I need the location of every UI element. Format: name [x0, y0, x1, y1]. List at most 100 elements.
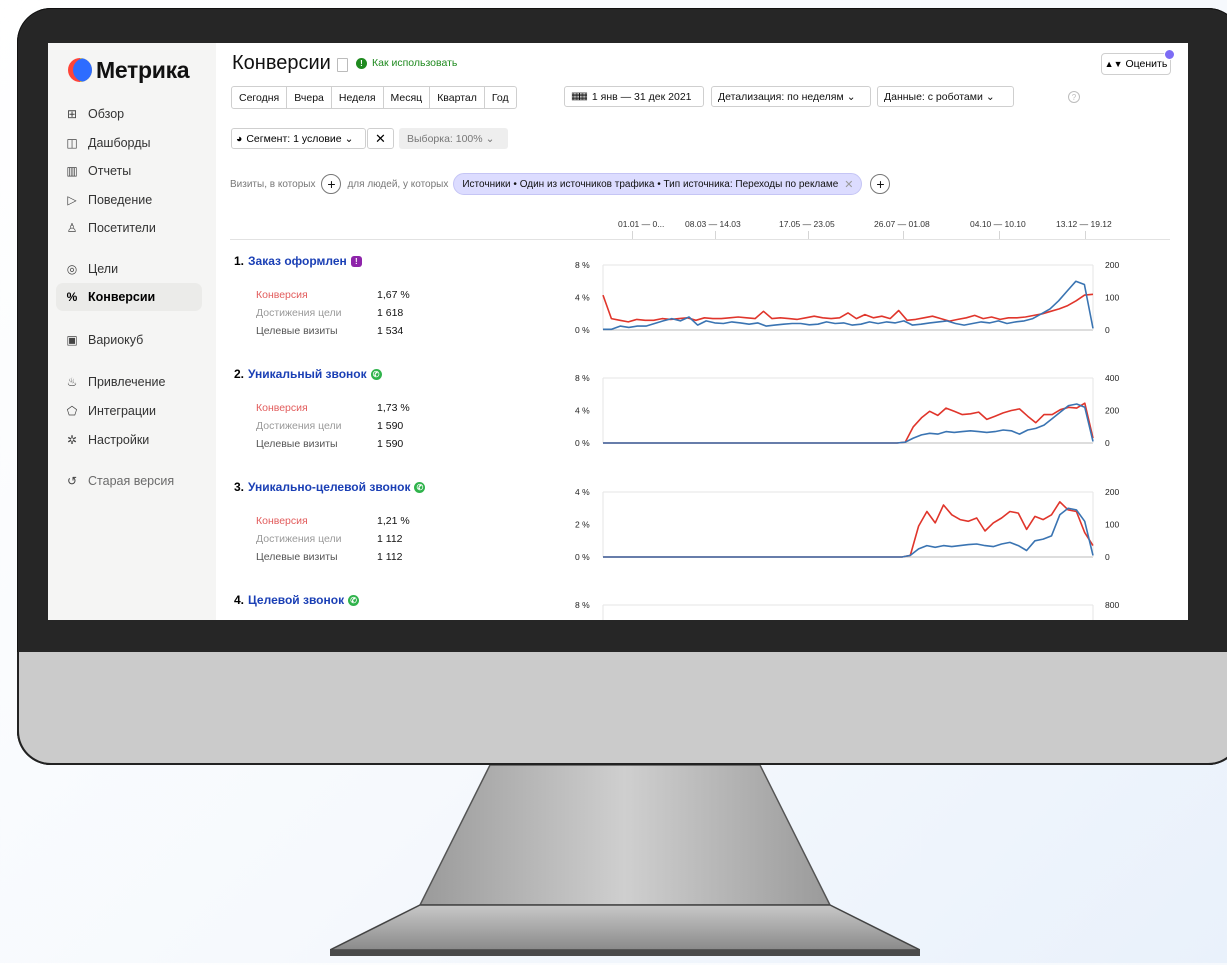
- add-user-condition-button[interactable]: +: [870, 174, 891, 194]
- bar-chart-icon: ▥: [66, 164, 78, 178]
- sidebar-item-label: Старая версия: [88, 474, 175, 488]
- reaches-label: Достижения цели: [256, 420, 342, 432]
- goal-title[interactable]: 2. Уникальный звонок ✆: [234, 367, 382, 381]
- segment-dropdown[interactable]: ◕ Сегмент: 1 условие ⌄: [231, 128, 366, 149]
- data-mode-dropdown[interactable]: Данные: с роботами ⌄: [877, 86, 1014, 107]
- sidebar-item-goals[interactable]: ◎ Цели: [56, 255, 202, 283]
- logo-text: Метрика: [96, 56, 190, 83]
- reaches-value: 1 590: [377, 420, 404, 432]
- y-left-tick-label: 8 %: [575, 373, 590, 383]
- date-range-button[interactable]: ▦▦ 1 янв — 31 дек 2021: [564, 86, 704, 107]
- y-right-tick-label: 800: [1105, 600, 1119, 610]
- conversion-value: 1,73 %: [377, 402, 410, 414]
- close-icon[interactable]: ✕: [844, 178, 853, 191]
- y-right-tick-label: 0: [1105, 552, 1110, 562]
- sidebar-item-label: Привлечение: [88, 375, 166, 389]
- conversion-label: Конверсия: [256, 515, 308, 527]
- period-yesterday[interactable]: Вчера: [287, 87, 332, 108]
- filter-chip[interactable]: Источники • Один из источников трафика •…: [453, 173, 863, 195]
- play-icon: ▷: [67, 193, 77, 207]
- sidebar-item-label: Отчеты: [88, 164, 132, 178]
- period-month[interactable]: Месяц: [384, 87, 431, 108]
- visits-label: Целевые визиты: [256, 551, 338, 563]
- y-right-tick-label: 100: [1105, 293, 1119, 303]
- timeline-label: 04.10 — 10.10: [970, 219, 1026, 229]
- sidebar-item-reports[interactable]: ▥ Отчеты: [56, 157, 202, 185]
- y-right-tick-label: 200: [1105, 487, 1119, 497]
- period-quarter[interactable]: Квартал: [430, 87, 485, 108]
- sidebar-item-variocube[interactable]: ▣ Вариокуб: [56, 326, 202, 354]
- app-screen: Метрика ⊞ Обзор ◫ Дашборды ▥ Отчеты ▷ По…: [48, 43, 1188, 620]
- sidebar-item-integrations[interactable]: ⬠ Интеграции: [56, 397, 202, 425]
- chevron-down-icon: ⌄: [985, 90, 995, 103]
- percent-icon: %: [66, 290, 78, 304]
- goal-chart[interactable]: 0 % 4 % 8 % 0 200 400: [575, 373, 1168, 453]
- visits-value: 1 590: [377, 438, 404, 450]
- detail-label: Детализация: по неделям: [718, 90, 844, 103]
- sidebar-item-acquisition[interactable]: ♨ Привлечение: [56, 368, 202, 396]
- y-left-tick-label: 4 %: [575, 487, 590, 497]
- exclamation-icon: !: [350, 255, 362, 267]
- segment-clear-button[interactable]: ✕: [367, 128, 394, 149]
- sidebar-item-behavior[interactable]: ▷ Поведение: [56, 186, 202, 214]
- y-left-tick-label: 2 %: [575, 520, 590, 530]
- period-today[interactable]: Сегодня: [232, 87, 288, 108]
- target-icon: ◎: [66, 262, 78, 276]
- goal-number: 2.: [234, 367, 245, 381]
- goal-title[interactable]: 1. Заказ оформлен !: [234, 254, 362, 268]
- y-left-tick-label: 0 %: [575, 325, 590, 335]
- detail-dropdown[interactable]: Детализация: по неделям ⌄: [711, 86, 871, 107]
- segment-label: Сегмент: 1 условие: [246, 132, 342, 145]
- goal-title[interactable]: 3. Уникально-целевой звонок ✆: [234, 480, 426, 494]
- undo-icon: ↺: [66, 474, 78, 488]
- phone-icon: ✆: [348, 594, 360, 606]
- howto-link[interactable]: ! Как использовать: [356, 57, 457, 69]
- bookmark-icon[interactable]: [337, 58, 348, 72]
- visits-value: 1 112: [377, 551, 403, 563]
- goal-name[interactable]: Заказ оформлен: [248, 254, 347, 268]
- chevron-down-icon: ⌄: [344, 132, 354, 145]
- metrika-logo-icon: [68, 58, 92, 82]
- sample-dropdown[interactable]: Выборка: 100% ⌄: [399, 128, 508, 149]
- sidebar-item-label: Дашборды: [88, 136, 151, 150]
- reaches-value: 1 112: [377, 533, 403, 545]
- goal-name[interactable]: Уникальный звонок: [248, 367, 367, 381]
- series-line: [602, 293, 1094, 323]
- goal-name[interactable]: Целевой звонок: [248, 593, 344, 607]
- cube-icon: ▣: [66, 333, 78, 347]
- goal-chart[interactable]: 8 % 800: [575, 600, 1168, 620]
- sidebar-item-dashboards[interactable]: ◫ Дашборды: [56, 129, 202, 157]
- goal-chart[interactable]: 0 % 2 % 4 % 0 100 200: [575, 487, 1168, 567]
- sidebar-item-settings[interactable]: ✲ Настройки: [56, 426, 202, 454]
- sidebar-item-overview[interactable]: ⊞ Обзор: [56, 100, 202, 128]
- sample-label: Выборка: 100%: [407, 132, 483, 145]
- sidebar-item-conversions[interactable]: % Конверсии: [56, 283, 202, 311]
- goal-name[interactable]: Уникально-целевой звонок: [248, 480, 410, 494]
- sidebar-item-visitors[interactable]: ♙ Посетители: [56, 214, 202, 242]
- help-icon[interactable]: ?: [1068, 91, 1080, 103]
- timeline-header: 01.01 — 0... 08.03 — 14.03 17.05 — 23.05…: [230, 213, 1188, 241]
- sidebar-item-label: Настройки: [88, 433, 150, 447]
- fire-icon: ♨: [66, 375, 78, 389]
- period-year[interactable]: Год: [485, 87, 516, 108]
- date-range-label: 1 янв — 31 дек 2021: [591, 90, 692, 103]
- chart-svg: 0 % 4 % 8 % 0 200 400: [575, 373, 1119, 448]
- conversion-label: Конверсия: [256, 289, 308, 301]
- dashboard-icon: ◫: [66, 136, 78, 150]
- add-visit-condition-button[interactable]: +: [321, 174, 342, 194]
- goal-title[interactable]: 4. Целевой звонок ✆: [234, 593, 360, 607]
- goal-number: 4.: [234, 593, 245, 607]
- sidebar-item-old-version[interactable]: ↺ Старая версия: [56, 467, 202, 495]
- phone-icon: ✆: [370, 368, 382, 380]
- rate-button[interactable]: ▲▼ Оценить: [1101, 53, 1171, 75]
- chart-svg: 8 % 800: [575, 600, 1119, 620]
- goal-chart[interactable]: 0 % 4 % 8 % 0 100 200: [575, 260, 1168, 340]
- filter-chip-label: Источники • Один из источников трафика •…: [462, 178, 839, 190]
- app-logo[interactable]: Метрика: [68, 56, 190, 83]
- sidebar-item-label: Посетители: [88, 221, 156, 235]
- calendar-icon: ▦▦: [571, 91, 588, 102]
- period-week[interactable]: Неделя: [332, 87, 384, 108]
- sidebar-item-label: Цели: [88, 262, 119, 276]
- sidebar-item-label: Обзор: [88, 107, 125, 121]
- timeline-label: 13.12 — 19.12: [1056, 219, 1112, 229]
